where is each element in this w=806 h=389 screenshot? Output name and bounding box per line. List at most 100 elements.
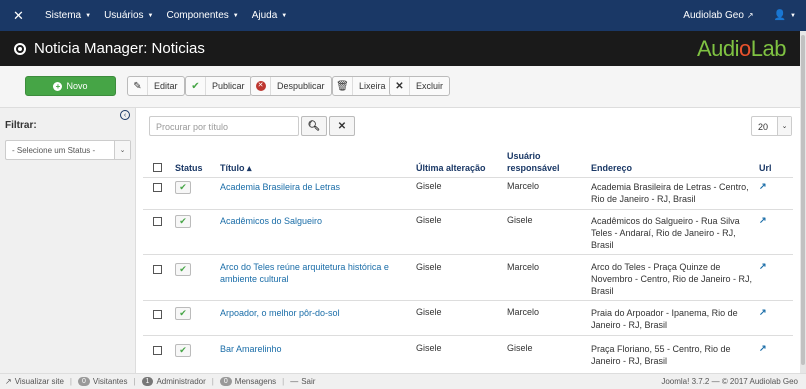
column-responsavel-line1[interactable]: Usuário [507,151,541,161]
trash-icon: 🗑 [333,77,353,95]
row-responsible: Marcelo [507,307,540,317]
column-titulo[interactable]: Título ▴ [220,163,252,174]
external-link-icon[interactable]: ↗ [759,261,767,272]
chevron-down-icon: ⌄ [114,141,130,159]
row-responsible: Marcelo [507,262,540,272]
table-row[interactable]: ✔ Acadêmicos do Salgueiro Gisele Gisele … [143,210,793,255]
external-link-icon[interactable]: ↗ [759,307,767,318]
caret-down-icon: ▼ [281,12,288,19]
row-checkbox[interactable] [153,265,162,274]
status-filter-select[interactable]: - Selecione um Status - ⌄ [5,140,131,160]
close-icon: ✕ [390,77,410,95]
column-status[interactable]: Status [175,163,203,173]
site-link[interactable]: Audiolab Geo [683,10,744,21]
row-checkbox[interactable] [153,346,162,355]
search-input[interactable]: Procurar por título [149,116,299,136]
toolbar: + Novo ✎ Editar ✔ Publicar ✕ Despublicar… [0,66,806,108]
published-check-icon[interactable]: ✔ [175,344,191,357]
published-check-icon[interactable]: ✔ [175,263,191,276]
row-title-link[interactable]: Arco do Teles reúne arquitetura históric… [220,261,400,285]
table-row[interactable]: ✔ Arpoador, o melhor pôr-do-sol Gisele M… [143,301,793,336]
table-row[interactable]: ✔ Arco do Teles reúne arquitetura histór… [143,255,793,301]
caret-down-icon: ▼ [147,12,154,19]
row-checkbox[interactable] [153,183,162,192]
admin-count-badge: 1 [141,377,154,386]
close-icon: ✕ [337,120,347,132]
row-title-link[interactable]: Arpoador, o melhor pôr-do-sol [220,307,400,319]
row-address: Acadêmicos do Salgueiro - Rua Silva Tele… [591,216,740,250]
row-checkbox[interactable] [153,217,162,226]
row-address: Praia do Arpoador - Ipanema, Rio de Jane… [591,308,738,330]
page-header: Noticia Manager: Noticias AudioLab [0,31,806,66]
view-site-link[interactable]: ↗ Visualizar site [5,377,64,386]
scrollbar-thumb[interactable] [801,35,805,365]
row-last-modified: Gisele [416,181,442,191]
menu-componentes[interactable]: Componentes ▼ [167,10,239,21]
edit-button[interactable]: ✎ Editar [127,76,185,96]
column-alteracao[interactable]: Última alteração [416,163,486,173]
unpublish-icon: ✕ [251,77,271,95]
table-row[interactable]: ✔ Bar Amarelinho Gisele Gisele Praça Flo… [143,336,793,373]
external-link-icon[interactable]: ↗ [759,181,767,192]
search-button[interactable]: 🔍︎ [301,116,327,136]
copyright-text: Joomla! 3.7.2 — © 2017 Audiolab Geo [661,377,798,386]
published-check-icon[interactable]: ✔ [175,307,191,320]
minus-icon: — [290,377,299,386]
row-last-modified: Gisele [416,343,442,353]
clear-search-button[interactable]: ✕ [329,116,355,136]
row-last-modified: Gisele [416,262,442,272]
external-link-icon: ↗ [746,11,754,20]
messages-count-badge: 0 [219,377,232,386]
scrollbar[interactable] [800,31,806,373]
select-all-checkbox[interactable] [153,163,162,172]
column-url[interactable]: Url [759,163,772,173]
row-title-link[interactable]: Academia Brasileira de Letras [220,181,400,193]
caret-down-icon: ▼ [232,12,239,19]
filter-label: Filtrar: [5,120,37,131]
external-link-icon[interactable]: ↗ [759,343,767,354]
row-responsible: Gisele [507,343,533,353]
user-icon: 👤 [773,10,787,21]
visitors-status: 0 Visitantes [78,377,127,386]
sidebar: ‹ Filtrar: - Selecione um Status - ⌄ [0,108,136,373]
list-limit-select[interactable]: 20 ⌄ [751,116,792,136]
menu-sistema[interactable]: Sistema ▼ [45,10,91,21]
table-row[interactable]: ✔ Academia Brasileira de Letras Gisele M… [143,178,793,210]
messages-link[interactable]: 0 Mensagens [219,377,276,386]
column-responsavel-line2[interactable]: responsável [507,163,560,173]
published-check-icon[interactable]: ✔ [175,181,191,194]
page-title: Noticia Manager: Noticias [34,40,205,57]
delete-button[interactable]: ✕ Excluir [389,76,451,96]
visitors-count-badge: 0 [78,377,90,386]
published-check-icon[interactable]: ✔ [175,215,191,228]
menu-ajuda[interactable]: Ajuda ▼ [252,10,288,21]
publish-button[interactable]: ✔ Publicar [185,76,252,96]
trash-button[interactable]: 🗑 Lixeira [332,76,393,96]
menu-usuarios[interactable]: Usuários ▼ [104,10,153,21]
main-menu: Sistema ▼ Usuários ▼ Componentes ▼ Ajuda ▼ [45,10,300,21]
row-title-link[interactable]: Acadêmicos do Salgueiro [220,215,400,227]
unpublish-button[interactable]: ✕ Despublicar [250,76,332,96]
row-responsible: Gisele [507,215,533,225]
caret-down-icon: ▼ [790,12,796,19]
row-address: Praça Floriano, 55 - Centro, Rio de Jane… [591,344,731,366]
row-title-link[interactable]: Bar Amarelinho [220,343,400,355]
external-link-icon[interactable]: ↗ [759,215,767,226]
user-menu[interactable]: 👤 ▼ [774,10,796,21]
edit-icon: ✎ [128,77,148,95]
row-last-modified: Gisele [416,307,442,317]
topnav-right: Audiolab Geo ↗ 👤 ▼ [683,10,796,21]
chevron-down-icon: ⌄ [777,117,791,135]
row-checkbox[interactable] [153,310,162,319]
check-icon: ✔ [186,77,206,95]
plus-circle-icon: + [53,81,63,91]
joomla-logo-icon[interactable]: ✕ [13,8,31,24]
collapse-sidebar-icon[interactable]: ‹ [120,110,130,120]
top-navbar: ✕ Sistema ▼ Usuários ▼ Componentes ▼ Ajuda ▼… [0,0,806,31]
column-endereco[interactable]: Endereço [591,163,632,173]
row-address: Arco do Teles - Praça Quinze de Novembro… [591,262,753,296]
target-icon [14,42,26,55]
external-link-icon: ↗ [5,377,12,386]
new-button[interactable]: + Novo [25,76,116,96]
logout-link[interactable]: — Sair [290,377,315,386]
